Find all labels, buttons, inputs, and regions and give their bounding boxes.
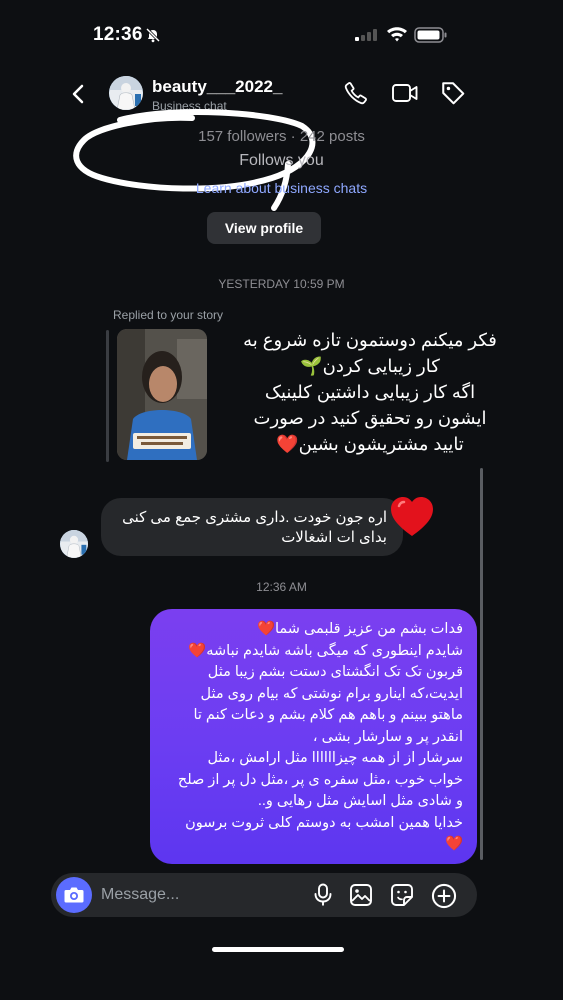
message-composer	[51, 873, 477, 917]
view-profile-button[interactable]: View profile	[207, 212, 321, 244]
signal-icon	[355, 29, 377, 41]
camera-button[interactable]	[56, 877, 92, 913]
scrollbar[interactable]	[480, 468, 483, 860]
reply-label: Replied to your story	[113, 308, 224, 322]
image-icon[interactable]	[349, 883, 373, 907]
wifi-icon	[387, 27, 407, 42]
battery-icon	[414, 27, 447, 43]
camera-icon	[64, 887, 84, 903]
microphone-icon[interactable]	[313, 883, 333, 907]
home-indicator[interactable]	[212, 947, 344, 952]
back-arrow-icon[interactable]	[72, 84, 84, 104]
sender-avatar[interactable]	[60, 530, 88, 558]
phone-icon[interactable]	[344, 80, 368, 106]
status-time: 12:36	[93, 24, 143, 45]
heart-reaction-icon[interactable]	[388, 494, 436, 540]
chat-username[interactable]: beauty___2022_	[152, 77, 282, 97]
profile-summary: 157 followers · 242 posts Follows you Le…	[0, 128, 563, 196]
tag-icon[interactable]	[440, 80, 466, 106]
sticker-icon[interactable]	[390, 883, 414, 907]
status-bar: 12:36	[0, 0, 563, 60]
learn-business-chats-link[interactable]: Learn about business chats	[0, 180, 563, 196]
story-caption: فکر میکنم دوستمون تازه شروع به کار زیبای…	[243, 330, 497, 454]
incoming-message[interactable]: اره جون خودت .داری مشتری جمع می کنی بدای…	[101, 498, 403, 556]
reply-indicator-bar	[106, 330, 109, 462]
bell-slash-icon	[145, 27, 161, 43]
avatar[interactable]	[109, 76, 143, 110]
chat-header: beauty___2022_ Business chat	[0, 68, 563, 211]
follows-you-label: Follows you	[239, 152, 324, 169]
story-thumbnail[interactable]	[117, 329, 207, 460]
video-call-icon[interactable]	[391, 80, 419, 106]
plus-icon[interactable]	[431, 883, 457, 909]
outgoing-message[interactable]: فدات بشم من عزیز قلبمی شما❤️ شایدم اینطو…	[150, 609, 477, 864]
timestamp: YESTERDAY 10:59 PM	[218, 277, 345, 291]
message-input[interactable]	[101, 873, 301, 917]
profile-stats: 157 followers · 242 posts	[198, 128, 365, 145]
chat-subtitle: Business chat	[152, 99, 227, 113]
timestamp: 12:36 AM	[256, 580, 307, 594]
